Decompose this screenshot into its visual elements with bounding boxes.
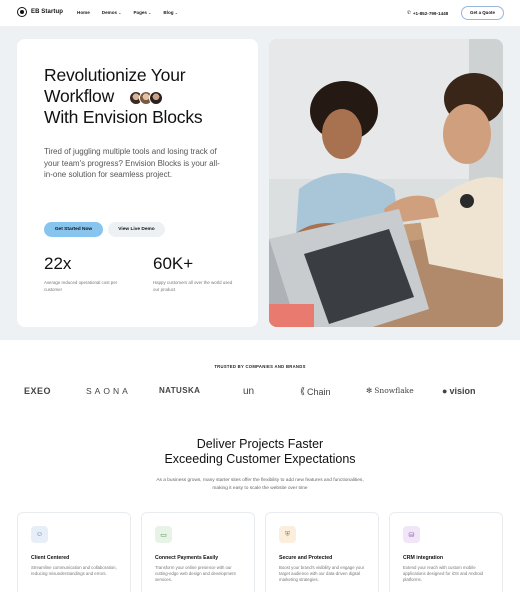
section-subtitle: As a business grows, many starter sites … (156, 478, 364, 491)
get-started-button[interactable]: Get Started Now (44, 222, 103, 237)
brand-logo-un: un (243, 386, 255, 397)
payment-card-icon: ▭ (155, 526, 172, 543)
feature-card: ⛨ Secure and Protected Boost your brand'… (265, 512, 379, 592)
brand-logo-saona: SAONA (86, 386, 131, 396)
stat-label: Happy customers all over the world used … (153, 280, 233, 292)
hero-section: Revolutionize Your Workflow With Envisio… (0, 26, 520, 340)
menu-item-demos[interactable]: Demos ⌄ (102, 10, 122, 15)
top-nav: EB Startup Home Demos ⌄ Pages ⌄ Blog ⌄ ✆ +1… (0, 0, 520, 26)
brand-logo-chain: ⟪ Chain (300, 386, 331, 397)
feature-card: ⛁ CRM integration Extend your reach with… (389, 512, 503, 592)
feature-description: Boost your brand's visibility and engage… (279, 565, 365, 582)
brand-logo-snowflake: ✻ Snowflake (366, 386, 414, 395)
feature-card: ▭ Connect Payments Easily Transform your… (141, 512, 255, 592)
hero-photo (269, 39, 503, 327)
logo[interactable]: EB Startup (17, 7, 63, 17)
hero-card: Revolutionize Your Workflow With Envisio… (17, 39, 258, 327)
chevron-down-icon: ⌄ (118, 10, 122, 15)
menu-item-blog[interactable]: Blog ⌄ (163, 10, 178, 15)
phone-number: +1-852-799-1448 (412, 10, 449, 16)
chevron-down-icon: ⌄ (148, 10, 152, 15)
user-icon: ☺ (31, 526, 48, 543)
main-menu: Home Demos ⌄ Pages ⌄ Blog ⌄ (77, 10, 178, 15)
feature-description: Transform your online presence with our … (155, 565, 236, 582)
brand-logo-natuska: NATUSKA (159, 386, 201, 395)
chevron-down-icon: ⌄ (174, 10, 178, 15)
trusted-label: TRUSTED BY COMPANIES AND BRANDS (214, 364, 306, 369)
view-demo-button[interactable]: View Live Demo (108, 222, 165, 237)
snowflake-icon: ✻ (366, 386, 373, 395)
menu-item-home[interactable]: Home (77, 10, 90, 15)
phone-icon: ✆ (407, 10, 411, 15)
menu-item-pages[interactable]: Pages ⌄ (133, 10, 151, 15)
avatar (149, 91, 163, 105)
brand-logo-vision: ● vision (442, 386, 476, 396)
chain-icon: ⟪ (300, 386, 306, 396)
brand-logo-exeo: EXEO (24, 386, 52, 396)
stat-cost: 22x Average reduced operational cost per… (44, 254, 130, 293)
stat-customers: 60K+ Happy customers all over the world … (153, 254, 239, 293)
shield-icon: ⛨ (279, 526, 296, 543)
stat-label: Average reduced operational cost per cus… (44, 280, 118, 292)
logo-icon (17, 7, 27, 17)
feature-title: Secure and Protected (279, 555, 333, 561)
stat-value: 60K+ (153, 254, 194, 273)
feature-description: Streamline communication and collaborati… (31, 565, 117, 576)
feature-title: Client Centered (31, 555, 70, 561)
feature-description: Extend your reach with custom mobile app… (403, 565, 484, 582)
vision-icon: ● (442, 386, 448, 396)
section-title: Deliver Projects Faster Exceeding Custom… (164, 437, 356, 466)
logo-text: EB Startup (31, 9, 64, 15)
brand-logos: EXEO SAONA NATUSKA un ⟪ Chain ✻ Snowflake … (0, 386, 520, 402)
database-icon: ⛁ (403, 526, 420, 543)
avatar-group (129, 91, 163, 105)
get-quote-button[interactable]: Get a Quote (461, 6, 504, 20)
hero-description: Tired of juggling multiple tools and los… (44, 147, 220, 179)
feature-title: Connect Payments Easily (155, 555, 219, 561)
feature-cards: ☺ Client Centered Streamline communicati… (17, 512, 503, 592)
phone-link[interactable]: ✆ +1-852-799-1448 (407, 10, 448, 16)
stat-value: 22x (44, 254, 72, 273)
feature-card: ☺ Client Centered Streamline communicati… (17, 512, 131, 592)
feature-title: CRM integration (403, 555, 444, 561)
